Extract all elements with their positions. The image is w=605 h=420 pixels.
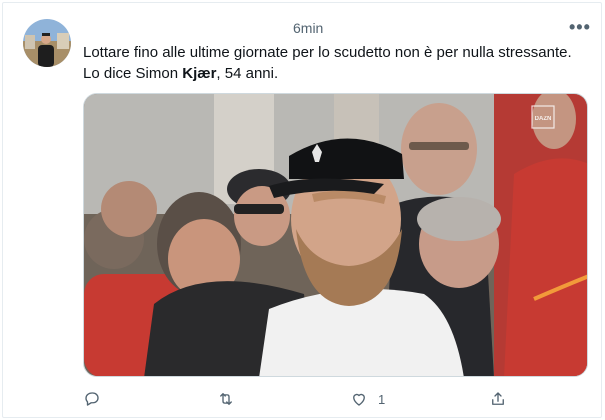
like-count: 1 (378, 391, 386, 407)
reply-button[interactable] (83, 390, 111, 408)
retweet-button[interactable] (217, 390, 245, 408)
heart-icon (353, 393, 365, 406)
more-options-icon[interactable]: ••• (569, 17, 591, 38)
tweet-text-part: Lottare fino alle ultime giornate per lo… (83, 44, 572, 82)
reply-icon (85, 392, 99, 406)
tweet-text-part: , 54 anni. (216, 65, 279, 82)
tweet-actions: 1 (3, 390, 603, 410)
tweet-text-bold: Kjær (182, 65, 217, 82)
like-button[interactable]: 1 (350, 390, 385, 408)
avatar[interactable] (23, 19, 71, 67)
tweet-card[interactable]: 6min ••• Lottare fino alle ultime giorna… (2, 2, 602, 418)
retweet-icon (220, 393, 232, 405)
tweet-text: Lottare fino alle ultime giornate per lo… (83, 42, 588, 84)
dazn-watermark: DAZN (535, 116, 552, 122)
share-icon (492, 392, 504, 405)
tweet-media-photo[interactable]: DAZN (83, 93, 588, 377)
share-button[interactable] (489, 390, 517, 408)
tweet-timestamp[interactable]: 6min (293, 20, 323, 36)
